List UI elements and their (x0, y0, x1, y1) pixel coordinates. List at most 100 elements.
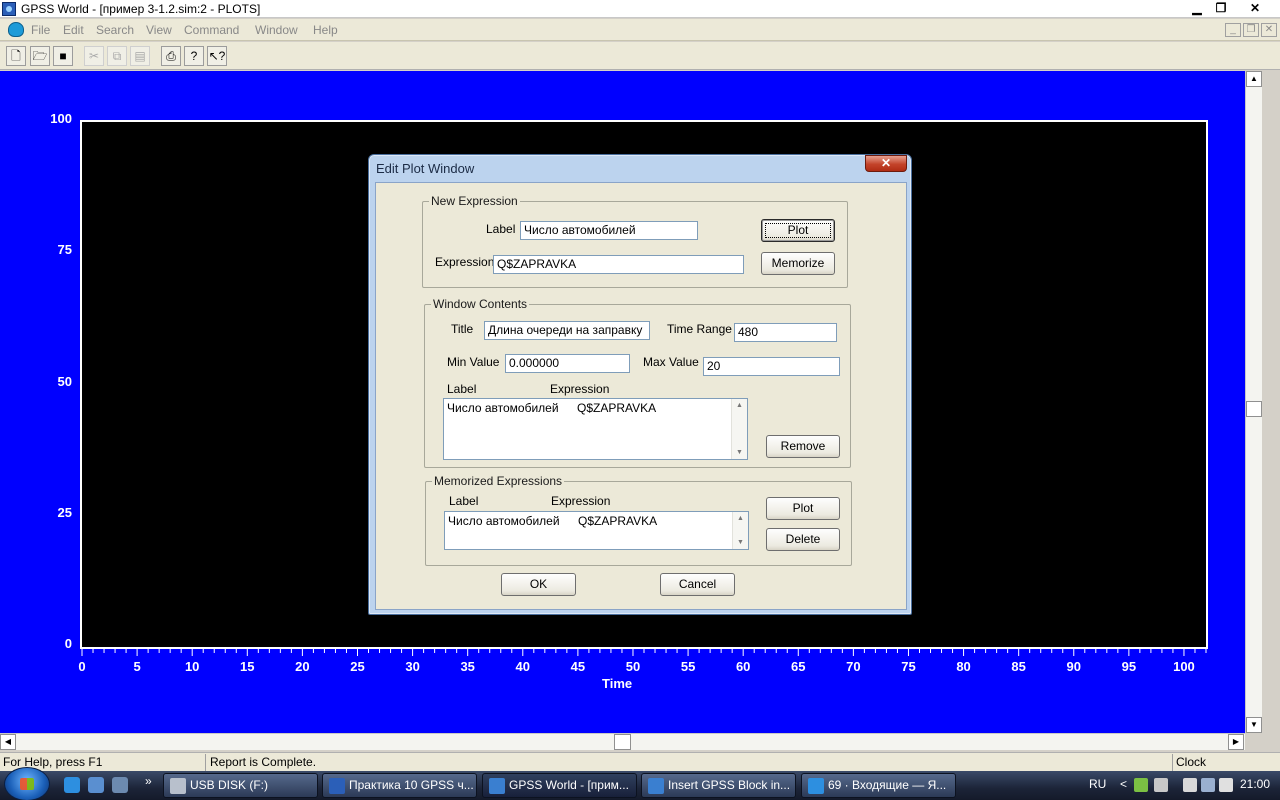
taskbar-item-insert-gpss-block[interactable]: Insert GPSS Block in... (641, 773, 796, 798)
memorized-expressions-list[interactable]: Число автомобилей Q$ZAPRAVKA ▲ ▼ (444, 511, 749, 550)
x-axis-ticks (81, 648, 1207, 656)
max-value-caption: Max Value (643, 355, 699, 369)
close-button[interactable]: ✕ (1243, 0, 1267, 17)
menu-file[interactable]: File (31, 23, 50, 37)
open-icon[interactable]: 🗁 (30, 46, 50, 66)
memorize-button[interactable]: Memorize (761, 252, 835, 275)
copy-icon[interactable]: ⧉ (107, 46, 127, 66)
quicklaunch-overflow-icon[interactable]: » (145, 774, 152, 788)
time-range-input[interactable]: 480 (734, 323, 837, 342)
switch-windows-icon[interactable] (112, 777, 128, 793)
document-window-icon[interactable] (8, 22, 24, 37)
list-item-expression: Q$ZAPRAVKA (578, 514, 658, 528)
volume-icon[interactable] (1219, 778, 1233, 792)
tray-usb-icon[interactable] (1183, 778, 1197, 792)
x-tick-label: 80 (956, 659, 971, 674)
x-tick-label: 75 (901, 659, 916, 674)
max-value-input[interactable]: 20 (703, 357, 840, 376)
expression-input[interactable]: Q$ZAPRAVKA (493, 255, 744, 274)
mdi-restore-button[interactable]: ❐ (1243, 23, 1259, 37)
horizontal-scroll-thumb[interactable] (614, 734, 631, 750)
menu-command[interactable]: Command (184, 23, 239, 37)
new-icon[interactable]: 🗋 (6, 46, 26, 66)
label-input[interactable]: Число автомобилей (520, 221, 698, 240)
list-item-expression: Q$ZAPRAVKA (577, 401, 657, 415)
plot-expressions-list[interactable]: Число автомобилей Q$ZAPRAVKA ▲ ▼ (443, 398, 748, 460)
list-item[interactable]: Число автомобилей (447, 401, 559, 415)
min-value-input[interactable]: 0.000000 (505, 354, 630, 373)
taskbar-item-gpss-world[interactable]: GPSS World - [прим... (482, 773, 637, 798)
mdi-minimize-button[interactable]: _ (1225, 23, 1241, 37)
title-input[interactable]: Длина очереди на заправку (484, 321, 650, 340)
print-icon[interactable]: ⎙ (161, 46, 181, 66)
horizontal-scrollbar[interactable]: ◀ ▶ (0, 733, 1245, 750)
help-icon[interactable]: ? (184, 46, 204, 66)
window-title: GPSS World - [пример 3-1.2.sim:2 - PLOTS… (21, 2, 261, 16)
task-label: USB DISK (F:) (190, 778, 269, 792)
y-tick-label: 75 (57, 242, 72, 258)
label-caption: Label (486, 222, 516, 236)
scroll-up-icon[interactable]: ▲ (736, 515, 745, 522)
tray-app-icon[interactable] (1134, 778, 1148, 792)
cut-icon[interactable]: ✂ (84, 46, 104, 66)
scroll-down-icon[interactable]: ▼ (1246, 717, 1262, 733)
start-button[interactable] (4, 767, 50, 800)
dialog-close-button[interactable]: ✕ (865, 155, 907, 172)
menu-search[interactable]: Search (96, 23, 134, 37)
taskbar-item-usb-disk[interactable]: USB DISK (F:) (163, 773, 318, 798)
delete-button[interactable]: Delete (766, 528, 840, 551)
word-icon (329, 778, 345, 794)
x-tick-label: 40 (515, 659, 531, 674)
mdi-close-button[interactable]: ✕ (1261, 23, 1277, 37)
status-bar: For Help, press F1 Report is Complete. C… (0, 752, 1280, 771)
scroll-left-icon[interactable]: ◀ (0, 734, 16, 750)
taskbar-item-word-document[interactable]: Практика 10 GPSS ч... (322, 773, 477, 798)
internet-explorer-icon[interactable] (64, 777, 80, 793)
network-icon[interactable] (1201, 778, 1215, 792)
menu-view[interactable]: View (146, 23, 172, 37)
x-tick-label: 95 (1121, 659, 1137, 674)
list-item[interactable]: Число автомобилей (448, 514, 560, 528)
scroll-up-icon[interactable]: ▲ (1246, 71, 1262, 87)
scroll-down-icon[interactable]: ▼ (735, 449, 744, 456)
tray-device-icon[interactable] (1154, 778, 1168, 792)
internet-explorer-icon (808, 778, 824, 794)
edit-plot-window-dialog: Edit Plot Window ✕ New Expression Label … (368, 154, 912, 615)
plot-new-expression-button[interactable]: Plot (761, 219, 835, 242)
taskbar-clock[interactable]: 21:00 (1240, 777, 1270, 791)
paste-icon[interactable]: ▤ (130, 46, 150, 66)
remove-button[interactable]: Remove (766, 435, 840, 458)
x-tick-label: 55 (680, 659, 696, 674)
list-scrollbar[interactable]: ▲ ▼ (732, 512, 748, 549)
vertical-scroll-thumb[interactable] (1246, 401, 1262, 417)
menu-edit[interactable]: Edit (63, 23, 84, 37)
show-desktop-icon[interactable] (88, 777, 104, 793)
tray-expand-icon[interactable]: < (1120, 777, 1127, 791)
scroll-right-icon[interactable]: ▶ (1228, 734, 1244, 750)
menu-help[interactable]: Help (313, 23, 338, 37)
ok-button[interactable]: OK (501, 573, 576, 596)
scroll-down-icon[interactable]: ▼ (736, 539, 745, 546)
maximize-button[interactable]: ❐ (1209, 0, 1233, 17)
taskbar: » USB DISK (F:) Практика 10 GPSS ч... GP… (0, 767, 1280, 800)
min-value-caption: Min Value (447, 355, 500, 369)
column-expression-header: Expression (551, 494, 611, 508)
context-help-icon[interactable]: ↖? (207, 46, 227, 66)
list-scrollbar[interactable]: ▲ ▼ (731, 399, 747, 459)
title-bar: GPSS World - [пример 3-1.2.sim:2 - PLOTS… (0, 0, 1280, 18)
menu-window[interactable]: Window (255, 23, 298, 37)
y-tick-label: 50 (57, 373, 72, 389)
language-indicator[interactable]: RU (1089, 777, 1106, 791)
vertical-scrollbar[interactable]: ▲ ▼ (1245, 71, 1262, 733)
taskbar-item-browser-mail[interactable]: 69 · Входящие — Я... (801, 773, 956, 798)
x-axis-title: Time (602, 676, 633, 691)
scroll-up-icon[interactable]: ▲ (735, 402, 744, 409)
cancel-button[interactable]: Cancel (660, 573, 735, 596)
usb-drive-icon (170, 778, 186, 794)
column-label-header: Label (449, 494, 479, 508)
plot-memorized-button[interactable]: Plot (766, 497, 840, 520)
menu-bar: File Edit Search View Command Window Hel… (0, 19, 1280, 41)
minimize-button[interactable]: ▁ (1185, 0, 1209, 17)
save-icon[interactable]: ■ (53, 46, 73, 66)
x-tick-label: 30 (405, 659, 420, 674)
